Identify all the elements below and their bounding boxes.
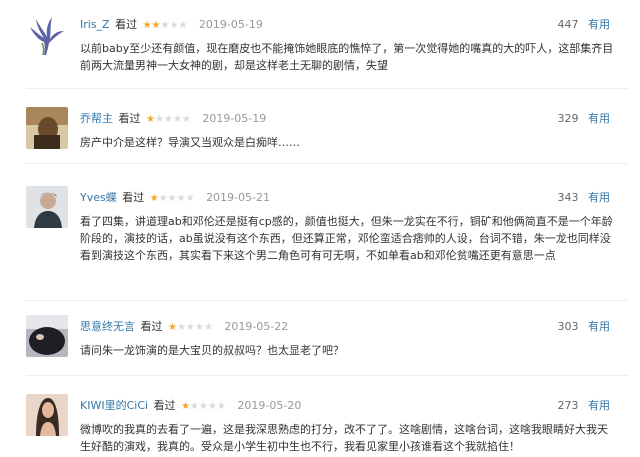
avatar-image — [26, 107, 68, 149]
avatar-image — [26, 186, 68, 228]
vote-area: 447 有用 — [558, 16, 611, 34]
review-date: 2019-05-22 — [224, 320, 289, 333]
user-avatar[interactable] — [26, 186, 68, 228]
rating-stars: ★★★★★ — [149, 193, 195, 204]
vote-count: 303 — [557, 320, 579, 333]
watched-label: 看过 — [118, 112, 141, 125]
user-avatar[interactable] — [26, 13, 68, 55]
username-link[interactable]: Iris_Z — [80, 18, 110, 31]
useful-button[interactable]: 有用 — [588, 191, 610, 204]
review-meta: 乔帮主 看过 ★★★★★ 2019-05-19 — [80, 110, 266, 128]
vote-count: 329 — [557, 112, 579, 125]
review-date: 2019-05-20 — [237, 399, 302, 412]
review-text: 微博吹的我真的去看了一遍，这是我深思熟虑的打分，改不了了。这啥剧情，这啥台词，这… — [80, 423, 608, 453]
avatar-image — [26, 394, 68, 436]
watched-label: 看过 — [115, 18, 138, 31]
divider — [26, 300, 628, 301]
review-text: 看了四集，讲道理ab和邓伦还是挺有cp感的，颜值也挺大，但朱一龙实在不行，铜矿和… — [80, 215, 613, 262]
review-date: 2019-05-19 — [198, 18, 263, 31]
review-date: 2019-05-19 — [202, 112, 267, 125]
rating-stars: ★★★★★ — [181, 401, 226, 412]
review-date: 2019-05-21 — [206, 191, 270, 204]
rating-stars: ★★★★★ — [142, 20, 188, 31]
avatar-image — [26, 315, 68, 357]
review-text: 以前baby至少还有颜值，现在磨皮也不能掩饰她眼底的憔悴了，第一次觉得她的嘴真的… — [80, 42, 614, 72]
rating-stars: ★★★★★ — [168, 322, 213, 333]
vote-count: 447 — [557, 18, 579, 31]
review-meta: Yves蝶 看过 ★★★★★ 2019-05-21 — [80, 189, 270, 207]
vote-count: 343 — [557, 191, 579, 204]
username-link[interactable]: Yves蝶 — [80, 191, 117, 204]
watched-label: 看过 — [122, 191, 145, 204]
vote-area: 303 有用 — [558, 318, 611, 336]
review-meta: Iris_Z 看过 ★★★★★ 2019-05-19 — [80, 16, 263, 34]
user-avatar[interactable] — [26, 394, 68, 436]
useful-button[interactable]: 有用 — [588, 399, 610, 412]
review-text: 房产中介是这样？导演又当观众是白痴咩…… — [80, 136, 300, 149]
divider — [26, 88, 628, 89]
username-link[interactable]: KIWI里的CiCi — [80, 399, 148, 412]
useful-button[interactable]: 有用 — [588, 18, 610, 31]
username-link[interactable]: 思意终无言 — [80, 320, 135, 333]
vote-area: 329 有用 — [558, 110, 611, 128]
review-meta: KIWI里的CiCi 看过 ★★★★★ 2019-05-20 — [80, 397, 301, 415]
user-avatar[interactable] — [26, 315, 68, 357]
username-link[interactable]: 乔帮主 — [80, 112, 113, 125]
watched-label: 看过 — [153, 399, 176, 412]
useful-button[interactable]: 有用 — [588, 112, 610, 125]
review-list: Iris_Z 看过 ★★★★★ 2019-05-19 447 有用 以前baby… — [0, 0, 640, 457]
divider — [26, 163, 628, 164]
vote-area: 343 有用 — [558, 189, 611, 207]
review-text: 请问朱一龙饰演的是大宝贝的叔叔吗？也太显老了吧？ — [80, 344, 344, 357]
divider — [26, 375, 628, 376]
avatar-image — [26, 13, 68, 55]
vote-area: 273 有用 — [558, 397, 611, 415]
rating-stars: ★★★★★ — [146, 114, 191, 125]
watched-label: 看过 — [140, 320, 163, 333]
user-avatar[interactable] — [26, 107, 68, 149]
review-meta: 思意终无言 看过 ★★★★★ 2019-05-22 — [80, 318, 288, 336]
useful-button[interactable]: 有用 — [588, 320, 610, 333]
vote-count: 273 — [557, 399, 579, 412]
